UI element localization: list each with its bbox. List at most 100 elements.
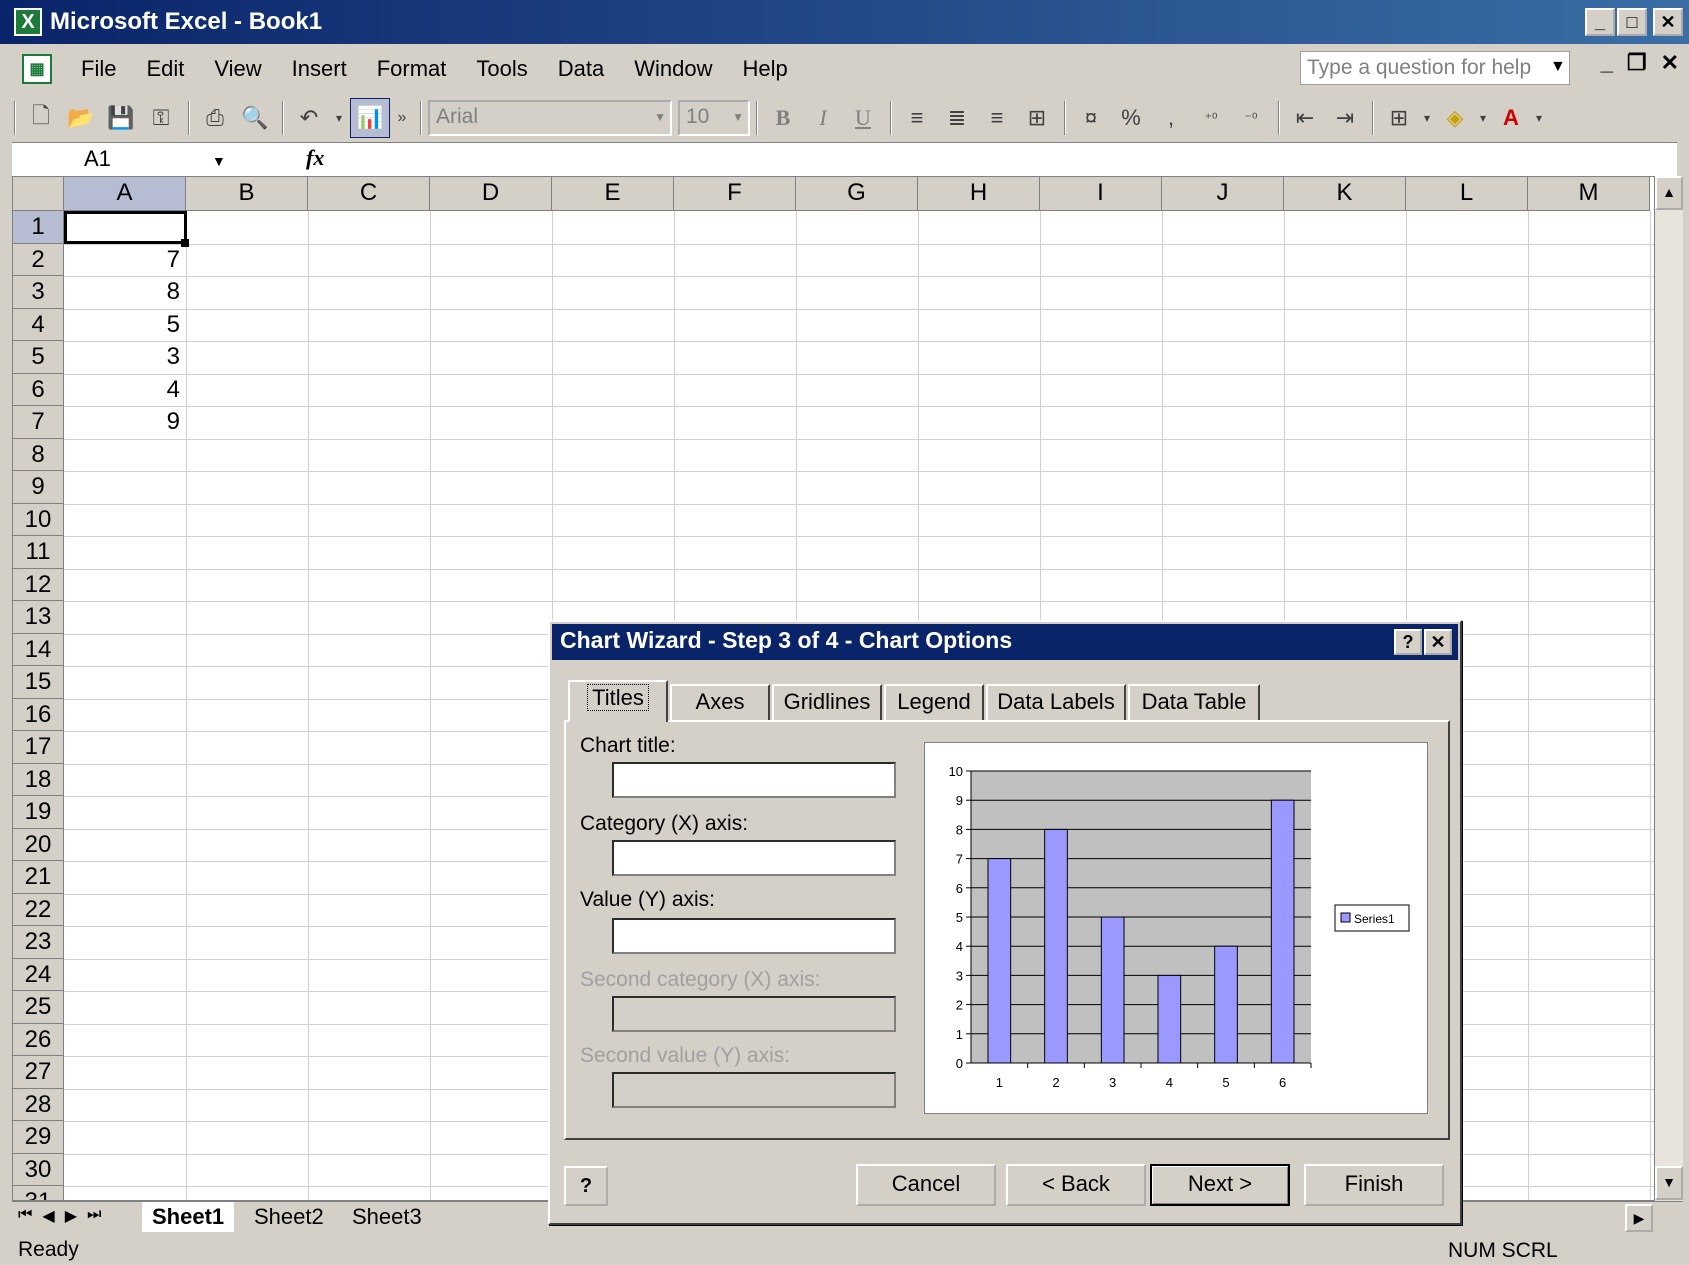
row-header[interactable]: 25 xyxy=(13,991,64,1024)
underline-button[interactable]: U xyxy=(844,99,882,137)
office-assistant-help-button[interactable]: ? xyxy=(564,1166,608,1206)
help-question-input[interactable]: Type a question for help xyxy=(1300,51,1570,85)
last-sheet-icon[interactable]: ⏭ xyxy=(87,1206,101,1226)
align-center-icon[interactable]: ≣ xyxy=(938,99,976,137)
select-all-corner[interactable] xyxy=(13,177,64,211)
column-header[interactable]: L xyxy=(1406,177,1528,211)
italic-button[interactable]: I xyxy=(804,99,842,137)
cell-a6[interactable]: 4 xyxy=(64,374,186,406)
column-header[interactable]: A xyxy=(64,177,186,211)
row-header[interactable]: 11 xyxy=(13,536,64,569)
value-axis-input[interactable] xyxy=(612,918,896,954)
print-icon[interactable]: ⎙ xyxy=(196,99,234,137)
vertical-scrollbar[interactable]: ▲ ▼ xyxy=(1655,176,1683,1201)
currency-icon[interactable]: ¤ xyxy=(1072,99,1110,137)
help-dropdown-icon[interactable]: ▼ xyxy=(1550,58,1566,76)
undo-dropdown-icon[interactable]: ▾ xyxy=(330,99,348,137)
new-icon[interactable]: 🗋 xyxy=(22,99,60,137)
row-header[interactable]: 2 xyxy=(13,243,64,276)
cell-a7[interactable]: 9 xyxy=(64,406,186,438)
row-header[interactable]: 14 xyxy=(13,633,64,666)
row-header[interactable]: 23 xyxy=(13,926,64,959)
scroll-down-icon[interactable]: ▼ xyxy=(1655,1166,1683,1200)
column-header[interactable]: J xyxy=(1162,177,1284,211)
cell-a3[interactable]: 8 xyxy=(64,276,186,308)
sheet-tab-sheet2[interactable]: Sheet2 xyxy=(244,1202,334,1232)
dialog-help-icon[interactable]: ? xyxy=(1394,629,1422,655)
row-header[interactable]: 20 xyxy=(13,828,64,861)
column-header[interactable]: E xyxy=(552,177,674,211)
column-header[interactable]: B xyxy=(186,177,308,211)
row-header[interactable]: 30 xyxy=(13,1153,64,1186)
toolbar-options-icon[interactable]: » xyxy=(392,99,412,137)
row-header[interactable]: 26 xyxy=(13,1023,64,1056)
row-header[interactable]: 7 xyxy=(13,406,64,439)
prev-sheet-icon[interactable]: ◀ xyxy=(42,1206,54,1226)
row-header[interactable]: 16 xyxy=(13,698,64,731)
cancel-button[interactable]: Cancel xyxy=(856,1164,996,1206)
borders-icon[interactable]: ⊞ xyxy=(1380,99,1418,137)
decrease-decimal-icon[interactable]: ⁻⁰ xyxy=(1232,99,1270,137)
align-right-icon[interactable]: ≡ xyxy=(978,99,1016,137)
menu-data[interactable]: Data xyxy=(543,56,619,82)
row-header[interactable]: 10 xyxy=(13,503,64,536)
cell-a4[interactable]: 5 xyxy=(64,309,186,341)
cell-a2[interactable]: 7 xyxy=(64,244,186,276)
menu-view[interactable]: View xyxy=(199,56,276,82)
next-button[interactable]: Next > xyxy=(1150,1164,1290,1206)
bold-button[interactable]: B xyxy=(764,99,802,137)
minimize-button[interactable]: _ xyxy=(1585,8,1615,36)
first-sheet-icon[interactable]: ⏮ xyxy=(18,1206,32,1226)
row-header[interactable]: 3 xyxy=(13,276,64,309)
column-header[interactable]: M xyxy=(1528,177,1650,211)
menu-insert[interactable]: Insert xyxy=(277,56,362,82)
name-box[interactable]: A1 xyxy=(12,143,224,177)
column-header[interactable]: I xyxy=(1040,177,1162,211)
column-header[interactable]: C xyxy=(308,177,430,211)
menu-edit[interactable]: Edit xyxy=(131,56,199,82)
borders-dropdown-icon[interactable]: ▾ xyxy=(1420,99,1434,137)
doc-minimize-icon[interactable]: _ xyxy=(1601,50,1613,76)
chart-wizard-icon[interactable]: 📊 xyxy=(350,98,390,138)
font-color-icon[interactable]: A xyxy=(1492,99,1530,137)
back-button[interactable]: < Back xyxy=(1006,1164,1146,1206)
formula-input[interactable] xyxy=(342,143,1677,177)
menu-tools[interactable]: Tools xyxy=(461,56,542,82)
row-header[interactable]: 27 xyxy=(13,1056,64,1089)
next-sheet-icon[interactable]: ▶ xyxy=(65,1206,77,1226)
tab-axes[interactable]: Axes xyxy=(670,684,770,720)
open-icon[interactable]: 📂 xyxy=(62,99,100,137)
menu-file[interactable]: File xyxy=(66,56,131,82)
column-header[interactable]: F xyxy=(674,177,796,211)
tab-data-labels[interactable]: Data Labels xyxy=(986,684,1126,720)
row-header[interactable]: 15 xyxy=(13,666,64,699)
font-name-select[interactable]: Arial ▼ xyxy=(428,100,672,136)
decrease-indent-icon[interactable]: ⇤ xyxy=(1286,99,1324,137)
row-header[interactable]: 12 xyxy=(13,568,64,601)
row-header[interactable]: 9 xyxy=(13,471,64,504)
align-left-icon[interactable]: ≡ xyxy=(898,99,936,137)
finish-button[interactable]: Finish xyxy=(1304,1164,1444,1206)
row-header[interactable]: 31 xyxy=(13,1186,64,1200)
increase-indent-icon[interactable]: ⇥ xyxy=(1326,99,1364,137)
menu-help[interactable]: Help xyxy=(727,56,802,82)
scroll-up-icon[interactable]: ▲ xyxy=(1655,176,1683,210)
maximize-button[interactable]: □ xyxy=(1617,8,1647,36)
undo-icon[interactable]: ↶ xyxy=(290,99,328,137)
column-header[interactable]: D xyxy=(430,177,552,211)
doc-restore-icon[interactable]: ❐ xyxy=(1627,50,1647,76)
row-header[interactable]: 24 xyxy=(13,958,64,991)
row-header[interactable]: 22 xyxy=(13,893,64,926)
row-header[interactable]: 8 xyxy=(13,438,64,471)
tab-titles[interactable]: Titles xyxy=(568,680,668,722)
row-header[interactable]: 6 xyxy=(13,373,64,406)
font-size-select[interactable]: 10 ▼ xyxy=(678,100,750,136)
column-header[interactable]: H xyxy=(918,177,1040,211)
dialog-close-icon[interactable]: ✕ xyxy=(1424,629,1452,655)
row-header[interactable]: 29 xyxy=(13,1121,64,1154)
scroll-right-icon[interactable]: ▶ xyxy=(1625,1204,1653,1232)
row-header[interactable]: 18 xyxy=(13,763,64,796)
fill-color-dropdown-icon[interactable]: ▾ xyxy=(1476,99,1490,137)
font-color-dropdown-icon[interactable]: ▾ xyxy=(1532,99,1546,137)
percent-button[interactable]: % xyxy=(1112,99,1150,137)
